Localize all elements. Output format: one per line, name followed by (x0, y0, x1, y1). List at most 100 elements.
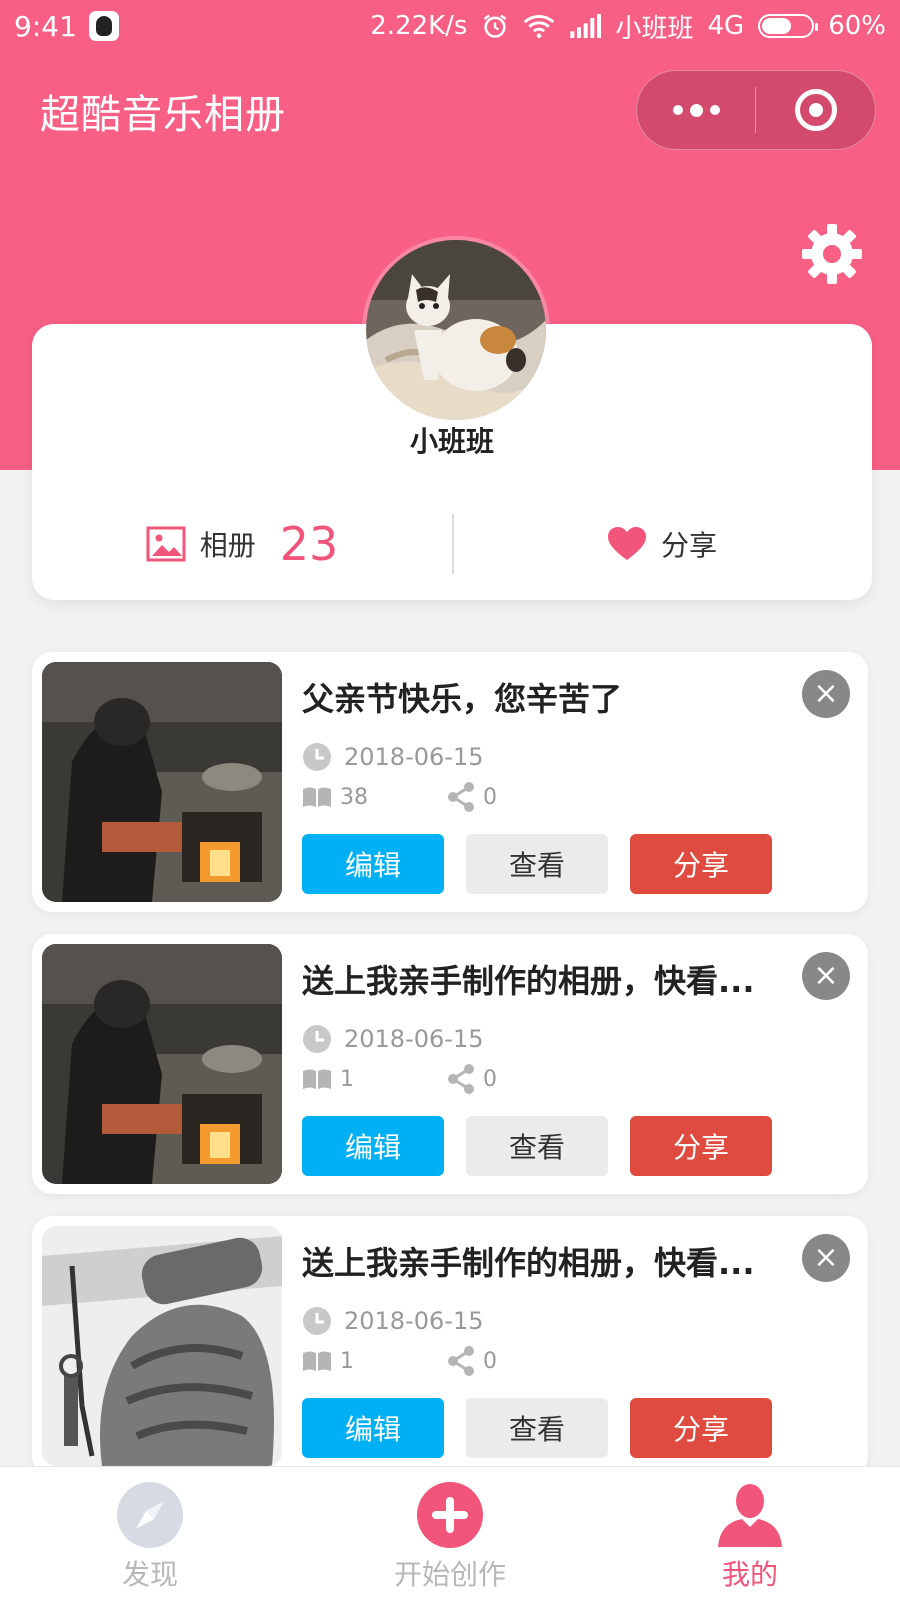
user-icon (718, 1484, 782, 1547)
view-count: 1 (302, 1349, 447, 1374)
edit-button[interactable]: 编辑 (302, 1116, 444, 1176)
delete-album-button[interactable]: × (802, 1234, 850, 1282)
album-stat[interactable]: 相册 23 (32, 517, 452, 571)
share-count: 0 (447, 782, 592, 812)
carrier-name: 小班班 (615, 13, 694, 44)
view-count: 38 (302, 785, 447, 810)
view-count: 1 (302, 1067, 447, 1092)
tab-mine[interactable]: 我的 (600, 1467, 900, 1600)
target-icon (794, 89, 837, 131)
plus-circle-icon (417, 1482, 483, 1548)
album-date-text: 2018-06-15 (344, 1307, 484, 1335)
share-count-text: 0 (483, 1348, 497, 1374)
album-thumbnail[interactable] (42, 662, 282, 902)
image-icon (146, 526, 186, 562)
edit-button[interactable]: 编辑 (302, 834, 444, 894)
username: 小班班 (409, 425, 494, 458)
more-options-button[interactable] (637, 71, 755, 149)
profile-stats: 相册 23 分享 (32, 514, 872, 574)
album-card[interactable]: 送上我亲手制作的相册，快看... × 2018-06-15 1 0 编辑 查看 … (32, 1216, 868, 1476)
album-actions: 编辑 查看 分享 (302, 1398, 772, 1458)
tab-label: 发现 (121, 1558, 178, 1591)
album-date: 2018-06-15 (302, 742, 483, 772)
share-stat-label: 分享 (660, 529, 717, 562)
album-date-text: 2018-06-15 (344, 743, 484, 771)
share-button[interactable]: 分享 (630, 1398, 772, 1458)
view-button[interactable]: 查看 (466, 834, 608, 894)
book-icon (303, 787, 331, 807)
share-icon (448, 1346, 474, 1376)
view-count-text: 38 (340, 784, 368, 810)
view-count-text: 1 (340, 1348, 354, 1374)
album-count: 23 (279, 517, 339, 571)
share-count: 0 (447, 1064, 592, 1094)
battery-percent: 60% (828, 11, 886, 41)
miniprogram-capsule (636, 70, 876, 150)
battery-level (762, 18, 791, 34)
alarm-icon (484, 14, 507, 38)
signal-icon (570, 14, 602, 38)
tab-discover[interactable]: 发现 (0, 1467, 300, 1600)
avatar[interactable] (366, 240, 546, 420)
network-speed: 2.22K/s (370, 11, 468, 41)
album-thumbnail[interactable] (42, 944, 282, 1184)
album-thumbnail[interactable] (42, 1226, 282, 1466)
album-card[interactable]: 父亲节快乐，您辛苦了 × 2018-06-15 38 0 编辑 查看 分享 (32, 652, 868, 912)
delete-album-button[interactable]: × (802, 952, 850, 1000)
view-count-text: 1 (340, 1066, 354, 1092)
album-title: 父亲节快乐，您辛苦了 (302, 680, 623, 718)
clock-icon (303, 1025, 331, 1053)
gear-icon[interactable] (800, 222, 864, 286)
network-type: 4G (707, 11, 745, 41)
book-icon (303, 1351, 331, 1371)
share-count-text: 0 (483, 784, 497, 810)
tab-label: 开始创作 (393, 1558, 506, 1591)
share-icon (448, 782, 474, 812)
tab-create[interactable]: 开始创作 (300, 1467, 600, 1600)
share-stat[interactable]: 分享 (452, 524, 872, 564)
wifi-icon (524, 15, 555, 39)
heart-icon (607, 527, 646, 560)
close-miniprogram-button[interactable] (756, 71, 875, 149)
edit-button[interactable]: 编辑 (302, 1398, 444, 1458)
clock-icon (303, 743, 331, 771)
delete-album-button[interactable]: × (802, 670, 850, 718)
close-icon: × (813, 676, 839, 711)
more-dot-icon (689, 103, 703, 117)
status-time: 9:41 (14, 9, 77, 43)
album-date-text: 2018-06-15 (344, 1025, 484, 1053)
album-actions: 编辑 查看 分享 (302, 1116, 772, 1176)
compass-icon (117, 1482, 183, 1548)
qq-notification-icon (88, 11, 119, 41)
album-card[interactable]: 送上我亲手制作的相册，快看... × 2018-06-15 1 0 编辑 查看 … (32, 934, 868, 1194)
tab-bar: 发现 开始创作 我的 (0, 1466, 900, 1600)
share-icon (448, 1064, 474, 1094)
share-button[interactable]: 分享 (630, 834, 772, 894)
view-button[interactable]: 查看 (466, 1398, 608, 1458)
album-meta: 38 0 (302, 782, 592, 812)
album-title: 送上我亲手制作的相册，快看... (302, 962, 755, 1000)
album-actions: 编辑 查看 分享 (302, 834, 772, 894)
share-count-text: 0 (483, 1066, 497, 1092)
status-bar: 9:41 2.22K/s 小班班 4G 60% (0, 0, 900, 52)
book-icon (303, 1069, 331, 1089)
close-icon: × (813, 1240, 839, 1275)
view-button[interactable]: 查看 (466, 1116, 608, 1176)
tab-label: 我的 (721, 1558, 778, 1591)
album-date: 2018-06-15 (302, 1306, 483, 1336)
album-title: 送上我亲手制作的相册，快看... (302, 1244, 755, 1282)
more-dot-icon (709, 105, 720, 115)
album-meta: 1 0 (302, 1064, 592, 1094)
status-indicators: 2.22K/s 小班班 4G 60% (370, 8, 886, 45)
more-dot-icon (672, 105, 683, 115)
album-meta: 1 0 (302, 1346, 592, 1376)
share-count: 0 (447, 1346, 592, 1376)
share-button[interactable]: 分享 (630, 1116, 772, 1176)
battery-icon (758, 14, 819, 38)
clock-icon (303, 1307, 331, 1335)
close-icon: × (813, 958, 839, 993)
stats-divider (452, 514, 454, 574)
app-title: 超酷音乐相册 (40, 92, 286, 138)
album-stat-label: 相册 (199, 529, 256, 562)
album-date: 2018-06-15 (302, 1024, 483, 1054)
